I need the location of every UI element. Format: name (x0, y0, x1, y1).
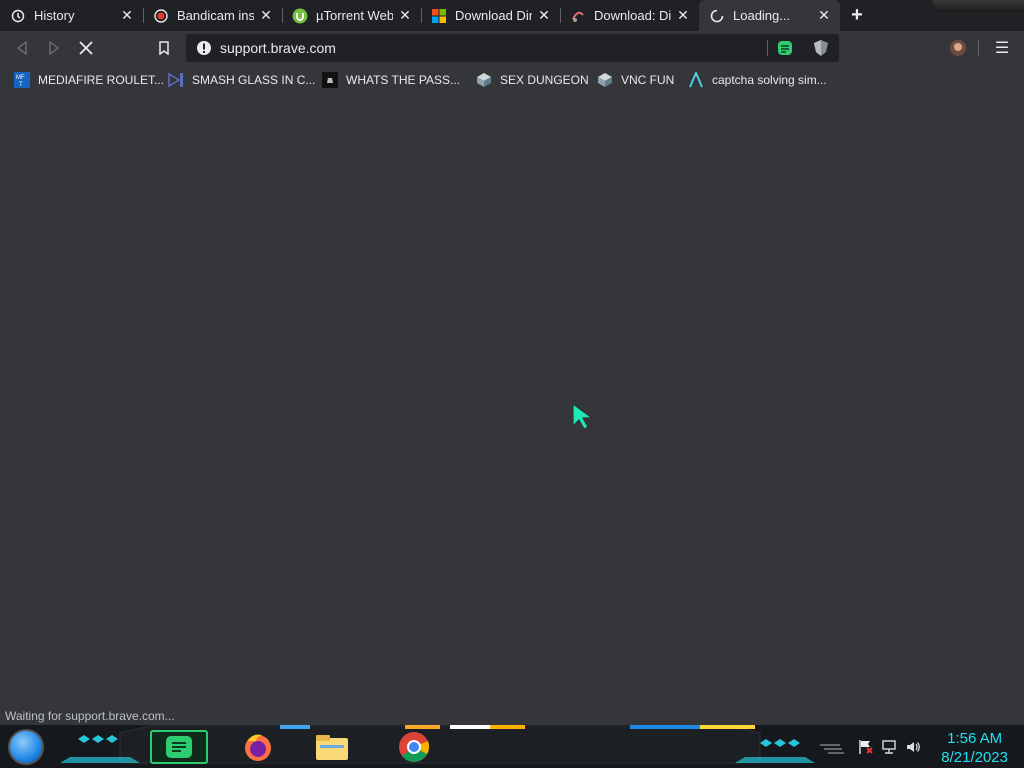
bookmark-label: VNC FUN (621, 73, 675, 87)
clock-time: 1:56 AM (947, 730, 1003, 747)
folder-icon (316, 735, 348, 760)
bookmark-mediafire[interactable]: MF T MEDIAFIRE ROULET... (14, 71, 164, 89)
steam-icon (476, 72, 492, 88)
bookmark-label: MEDIAFIRE ROULET... (38, 73, 165, 87)
notes-app-icon (166, 736, 192, 758)
chrome-icon (399, 732, 430, 762)
taskbar-app-notes[interactable] (150, 730, 208, 764)
action-center-flag-icon[interactable] (857, 738, 875, 756)
url-text[interactable]: support.brave.com (220, 40, 336, 56)
svg-text:MF: MF (16, 75, 25, 81)
bookmark-sex-dungeon[interactable]: SEX DUNGEON (476, 71, 589, 89)
profile-avatar[interactable] (946, 36, 970, 60)
history-icon (10, 8, 26, 24)
stop-loading-button[interactable] (74, 36, 98, 60)
tab-label: History (34, 8, 75, 23)
steam-icon (597, 72, 613, 88)
tab-label: Download Direc (455, 8, 532, 23)
stop-x-icon (79, 41, 93, 55)
taskbar-app-firefox[interactable] (240, 729, 276, 765)
tab-label: µTorrent Web (316, 8, 393, 23)
new-tab-button[interactable]: + (846, 5, 868, 27)
arrow-a-icon (688, 72, 704, 88)
tab-download-dire[interactable]: Download: Dire ✕ (560, 0, 699, 31)
info-icon[interactable] (196, 40, 212, 61)
utorrent-icon (292, 8, 308, 24)
close-icon[interactable]: ✕ (675, 7, 691, 24)
loading-spinner-icon (709, 8, 725, 24)
address-bar[interactable]: support.brave.com (186, 34, 839, 62)
taskbar-app-chrome[interactable] (394, 729, 434, 765)
mouse-cursor-icon (572, 402, 594, 430)
bookmark-vnc-fun[interactable]: VNC FUN (597, 71, 674, 89)
firefox-icon (245, 734, 271, 761)
toolbar: support.brave.com ☰ (0, 31, 1024, 65)
tab-bandicam[interactable]: Bandicam instal ✕ (143, 0, 282, 31)
tab-label: Download: Dire (594, 8, 671, 23)
tab-loading[interactable]: Loading... ✕ (699, 0, 840, 31)
dark-box-icon (322, 72, 338, 88)
window-frame-decoration (932, 0, 1024, 12)
close-icon[interactable]: ✕ (536, 7, 552, 24)
toolbar-divider (978, 40, 979, 56)
mediafire-icon: MF T (14, 72, 30, 88)
tab-download-direct[interactable]: Download Direc ✕ (421, 0, 560, 31)
close-icon[interactable]: ✕ (119, 7, 135, 24)
tab-label: Loading... (733, 8, 791, 23)
svg-text:T: T (19, 82, 23, 88)
bookmark-label: SEX DUNGEON (500, 73, 589, 87)
bookmark-label: SMASH GLASS IN C... (192, 73, 316, 87)
close-icon[interactable]: ✕ (816, 7, 832, 24)
status-bubble: Waiting for support.brave.com... (0, 706, 180, 725)
volume-icon[interactable] (904, 738, 922, 756)
menu-button[interactable]: ☰ (990, 36, 1014, 60)
tab-utorrent[interactable]: µTorrent Web ✕ (282, 0, 421, 31)
bookmark-label: WHATS THE PASS... (346, 73, 461, 87)
bookmark-button[interactable] (152, 36, 176, 60)
bandicam-icon (153, 8, 169, 24)
forward-arrow-icon (49, 41, 60, 55)
bookmark-captcha[interactable]: captcha solving sim... (688, 71, 827, 89)
system-clock[interactable]: 1:56 AM 8/21/2023 (941, 729, 1008, 767)
tab-label: Bandicam instal (177, 8, 254, 23)
bookmark-whats-the-pass[interactable]: WHATS THE PASS... (322, 71, 460, 89)
taskbar: 1:56 AM 8/21/2023 (0, 725, 1024, 768)
omnibox-divider (767, 40, 768, 56)
visual-studio-icon (168, 72, 184, 88)
close-icon[interactable]: ✕ (258, 7, 274, 24)
close-icon[interactable]: ✕ (397, 7, 413, 24)
avatar-icon (950, 40, 966, 56)
extension-icon[interactable] (777, 40, 793, 61)
forward-button[interactable] (42, 36, 66, 60)
tab-strip: History ✕ Bandicam instal ✕ µTorrent Web… (0, 0, 1024, 31)
tab-history[interactable]: History ✕ (0, 0, 143, 31)
network-icon[interactable] (880, 738, 898, 756)
bookmark-label: captcha solving sim... (712, 73, 827, 87)
bookmark-smash-glass[interactable]: SMASH GLASS IN C... (168, 71, 315, 89)
bookmarks-bar: MF T MEDIAFIRE ROULET... SMASH GLASS IN C… (0, 65, 1024, 95)
start-button[interactable] (8, 729, 44, 765)
clock-date: 8/21/2023 (941, 749, 1008, 766)
bookmark-icon (159, 41, 169, 55)
back-button[interactable] (10, 36, 34, 60)
back-arrow-icon (16, 41, 27, 55)
page-content[interactable] (0, 95, 1024, 725)
brave-shields-icon[interactable] (813, 39, 829, 62)
site-favicon-icon (570, 8, 586, 24)
taskbar-app-explorer[interactable] (312, 730, 352, 764)
microsoft-icon (431, 8, 447, 24)
